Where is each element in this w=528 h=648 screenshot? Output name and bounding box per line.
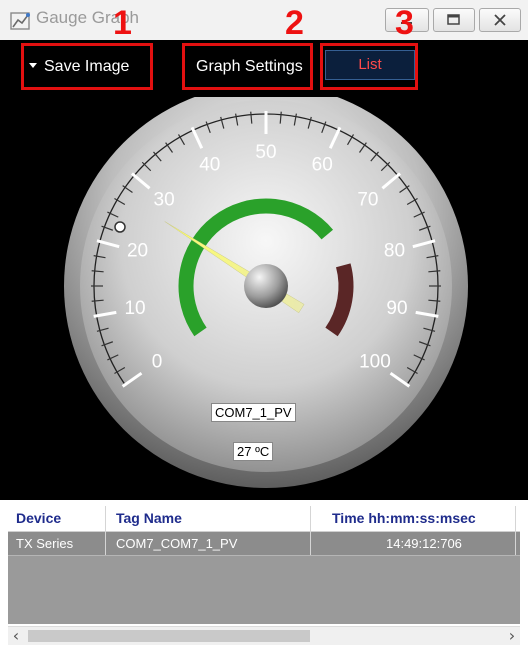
cell-device: TX Series (16, 536, 74, 551)
scroll-right-arrow-icon[interactable]: › (504, 627, 520, 645)
gauge-tick-label: 90 (386, 298, 407, 319)
column-header-tag-name[interactable]: Tag Name (116, 510, 182, 526)
gauge-panel: 0 10 20 30 40 50 60 70 80 90 100 COM7_1_PV 27 ºC (0, 84, 528, 500)
title-bar: Gauge Graph (0, 0, 528, 41)
column-divider (105, 506, 106, 555)
table-row[interactable]: TX Series COM7_COM7_1_PV 14:49:12:706 (8, 532, 520, 556)
cell-tag-name: COM7_COM7_1_PV (116, 536, 238, 551)
tag-list-table: Device Tag Name Time hh:mm:ss:msec TX Se… (8, 506, 520, 624)
gauge-tick-label: 40 (199, 154, 220, 175)
gauge-tag-label: COM7_1_PV (211, 403, 296, 422)
gauge-tick-label: 20 (127, 241, 148, 262)
gauge-tick-label: 10 (124, 298, 145, 319)
column-divider (310, 506, 311, 555)
scroll-left-arrow-icon[interactable]: ‹ (8, 627, 24, 645)
gauge-tick-label: 30 (154, 190, 175, 211)
gauge-tick-label: 70 (357, 190, 378, 211)
callout-box-1 (21, 43, 153, 90)
gauge-value-label: 27 ºC (233, 442, 274, 461)
column-header-time[interactable]: Time hh:mm:ss:msec (332, 510, 476, 526)
close-icon (494, 14, 506, 26)
callout-number-3: 3 (395, 4, 414, 42)
gauge-tick-label: 60 (312, 154, 333, 175)
column-divider (515, 506, 516, 555)
gauge-tick-label: 0 (152, 351, 163, 372)
callout-box-3 (320, 43, 418, 90)
callout-number-1: 1 (113, 4, 132, 42)
gauge-hub (244, 264, 288, 308)
gauge-dial: 0 10 20 30 40 50 60 70 80 90 100 (64, 84, 468, 488)
close-button[interactable] (479, 8, 521, 32)
gauge-tick-label: 80 (384, 241, 405, 262)
callout-number-2: 2 (285, 4, 304, 42)
scrollbar-thumb[interactable] (28, 630, 310, 642)
gauge-graph-window: Gauge Graph Save Image Graph Settings Li… (0, 0, 528, 648)
column-header-device[interactable]: Device (16, 510, 61, 526)
horizontal-scrollbar[interactable]: ‹ › (8, 626, 520, 645)
gauge-tick-label: 100 (359, 351, 391, 372)
gauge-graph-icon (10, 12, 30, 30)
table-header: Device Tag Name Time hh:mm:ss:msec (8, 506, 520, 532)
gauge-tick-label: 50 (255, 142, 276, 163)
callout-box-2 (182, 43, 313, 90)
maximize-button[interactable] (433, 8, 475, 32)
gauge-marker-dot (114, 221, 126, 233)
maximize-icon (447, 14, 460, 25)
cell-time: 14:49:12:706 (386, 536, 462, 551)
